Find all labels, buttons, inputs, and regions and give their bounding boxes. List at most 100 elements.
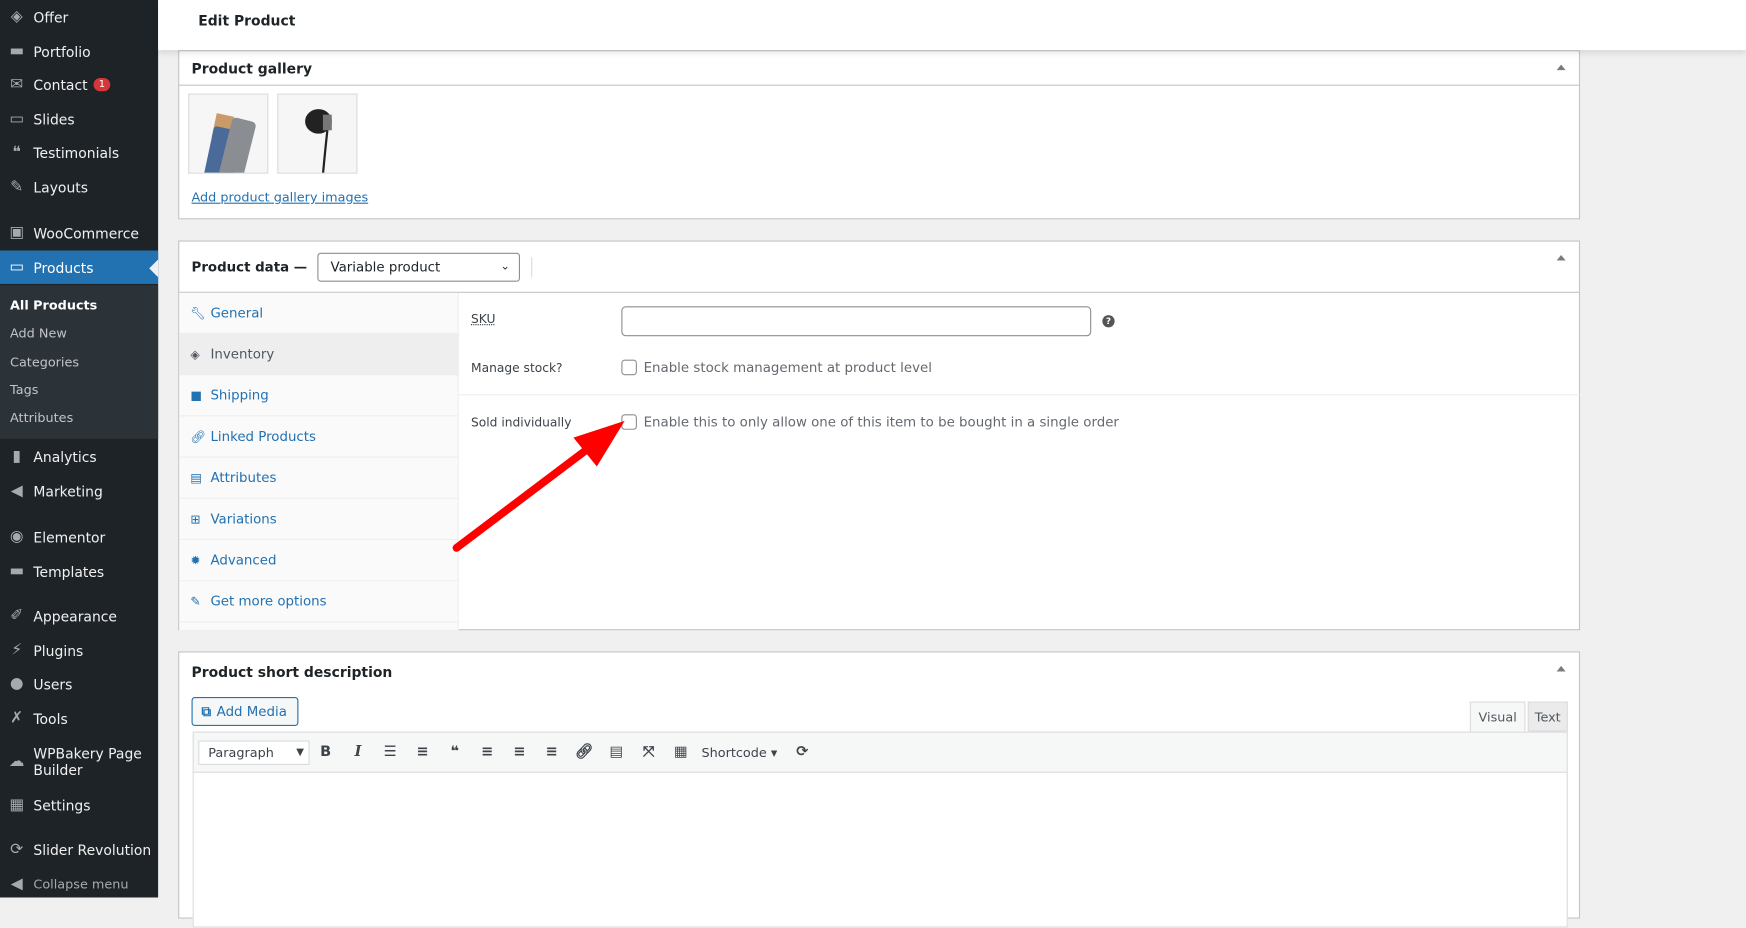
sidebar-item-products[interactable]: ▭ Products xyxy=(0,250,159,284)
sidebar-item-label: Users xyxy=(33,675,73,693)
help-icon[interactable]: ? xyxy=(1102,315,1115,328)
tab-shipping[interactable]: ■ Shipping xyxy=(179,375,459,417)
folder-icon: ▬ xyxy=(9,42,25,61)
shortcode-dropdown[interactable]: Shortcode ▾ xyxy=(702,744,778,760)
megaphone-icon: ◀ xyxy=(10,482,23,500)
sidebar-item-users[interactable]: ● Users xyxy=(0,667,158,700)
align-center-icon[interactable]: ≡ xyxy=(503,744,535,761)
woo-icon: ▣ xyxy=(9,223,25,242)
sidebar-item-label: Elementor xyxy=(33,528,106,546)
sidebar-item-label: WPBakery Page Builder xyxy=(33,744,142,779)
sidebar-item-label: Slider Revolution xyxy=(33,841,152,858)
envelope-icon: ✉ xyxy=(10,75,24,94)
bullet-list-icon[interactable]: ☰ xyxy=(374,744,406,761)
sidebar-item-layouts[interactable]: ✎ Layouts xyxy=(0,170,158,203)
sidebar-item-slides[interactable]: ▭ Slides xyxy=(0,102,158,135)
admin-sidebar: All Products Add New Categories Tags Att… xyxy=(0,0,159,900)
add-gallery-images-link[interactable]: Add product gallery images xyxy=(192,189,369,205)
submenu-add-new[interactable]: Add New xyxy=(10,325,67,341)
sidebar-item-woocommerce[interactable]: ▣ WooCommerce xyxy=(0,216,158,249)
notification-badge: 1 xyxy=(93,77,111,92)
sidebar-item-tools[interactable]: ✗ Tools xyxy=(0,702,158,735)
tab-text[interactable]: Text xyxy=(1527,701,1568,732)
sidebar-item-slider-revolution[interactable]: ⟳ Slider Revolution xyxy=(0,833,158,866)
numbered-list-icon[interactable]: ≡ xyxy=(406,744,438,761)
bold-icon[interactable]: B xyxy=(310,744,342,761)
toolbar-toggle-icon[interactable]: ▦ xyxy=(665,744,697,761)
sold-individually-label: Sold individually xyxy=(471,415,572,430)
sidebar-item-label: Marketing xyxy=(33,482,103,500)
italic-icon[interactable]: I xyxy=(342,744,374,761)
sidebar-item-elementor[interactable]: ◉ Elementor xyxy=(0,520,158,553)
tab-label: Shipping xyxy=(210,387,269,404)
gallery-image-usb[interactable] xyxy=(188,93,269,174)
submenu-tags[interactable]: Tags xyxy=(10,382,38,398)
tab-inventory[interactable]: ◈ Inventory xyxy=(179,334,459,376)
blockquote-icon[interactable]: ❝ xyxy=(439,744,471,761)
sidebar-item-label: Settings xyxy=(33,796,91,814)
sidebar-item-portfolio[interactable]: ▬ Portfolio xyxy=(0,35,158,68)
collapse-toggle-icon[interactable] xyxy=(1556,64,1566,71)
sold-individually-checkbox[interactable] xyxy=(621,414,637,430)
submenu-all-products[interactable]: All Products xyxy=(10,297,97,313)
align-left-icon[interactable]: ≡ xyxy=(471,744,503,761)
fullscreen-icon[interactable]: ⤧ xyxy=(632,744,664,761)
plugin-icon: ⚡ xyxy=(11,641,23,660)
sidebar-item-label: Portfolio xyxy=(33,42,91,60)
sidebar-item-offer[interactable]: ◈ Offer xyxy=(0,0,158,33)
read-more-icon[interactable]: ▤ xyxy=(600,744,632,761)
tab-advanced[interactable]: ✹ Advanced xyxy=(179,540,459,582)
sidebar-item-label: Layouts xyxy=(33,178,88,196)
tab-get-more-options[interactable]: ✎ Get more options xyxy=(179,581,459,623)
tab-visual[interactable]: Visual xyxy=(1469,701,1526,732)
add-media-icon: ⧉ xyxy=(201,703,212,719)
collapse-toggle-icon[interactable] xyxy=(1556,254,1566,261)
sidebar-item-templates[interactable]: ▬ Templates xyxy=(0,555,158,588)
sku-input[interactable] xyxy=(621,306,1092,337)
align-right-icon[interactable]: ≡ xyxy=(536,744,568,761)
tab-label: Variations xyxy=(210,511,277,527)
sidebar-item-testimonials[interactable]: ❝ Testimonials xyxy=(0,136,158,169)
sidebar-item-marketing[interactable]: ◀ Marketing xyxy=(0,474,158,507)
elementor-icon: ◉ xyxy=(9,527,24,546)
sidebar-item-label: Tools xyxy=(33,709,68,727)
sidebar-item-settings[interactable]: ▦ Settings xyxy=(0,788,158,821)
tab-attributes[interactable]: ▤ Attributes xyxy=(179,458,459,499)
plug-icon: ✎ xyxy=(190,594,201,609)
pencil-icon: ✎ xyxy=(10,178,24,196)
tab-variations[interactable]: ⊞ Variations xyxy=(179,499,459,541)
tab-label: Get more options xyxy=(210,593,327,610)
add-media-button[interactable]: ⧉ Add Media xyxy=(191,697,299,727)
gallery-image-earphone[interactable] xyxy=(277,93,358,174)
refresh-icon[interactable]: ⟳ xyxy=(786,744,818,761)
user-icon: ● xyxy=(9,674,24,693)
tab-general[interactable]: 🔧︎ General xyxy=(179,293,459,335)
format-select[interactable]: Paragraph ▼ xyxy=(198,739,310,765)
product-type-select[interactable]: Variable product ⌄ xyxy=(317,252,520,282)
collapse-toggle-icon[interactable] xyxy=(1556,665,1566,672)
sidebar-item-analytics[interactable]: ▮ Analytics xyxy=(0,440,158,473)
sidebar-item-contact[interactable]: ✉ Contact 1 xyxy=(0,68,158,101)
collapse-icon: ◀ xyxy=(10,875,23,894)
tab-label: Attributes xyxy=(210,469,277,486)
sidebar-item-collapse-menu[interactable]: ◀ Collapse menu xyxy=(0,867,158,900)
sidebar-item-label: Analytics xyxy=(33,448,97,465)
sidebar-item-wpbakery-page-builder[interactable]: ☁ WPBakery Page Builder xyxy=(0,736,158,787)
manage-stock-checkbox[interactable] xyxy=(621,359,637,376)
tab-linked-products[interactable]: 🔗︎ Linked Products xyxy=(179,416,459,458)
sidebar-item-appearance[interactable]: ✐ Appearance xyxy=(0,599,158,632)
page-header: Edit Product xyxy=(158,0,1746,51)
grid-icon: ⊞ xyxy=(190,511,201,527)
editor-content-area[interactable] xyxy=(192,771,1568,928)
product-gallery-box: Product gallery Add product gallery imag… xyxy=(178,50,1581,220)
format-value: Paragraph xyxy=(208,744,274,760)
link-icon[interactable]: 🔗︎ xyxy=(568,744,600,761)
submenu-attributes[interactable]: Attributes xyxy=(10,410,73,426)
slides-icon: ▭ xyxy=(9,110,25,129)
submenu-categories[interactable]: Categories xyxy=(10,354,79,370)
gear-icon: ✹ xyxy=(190,552,201,568)
inventory-panel: SKU ? Manage stock? Enable stock managem… xyxy=(458,293,1581,630)
short-description-box: Product short description ⧉ Add Media Vis… xyxy=(178,651,1581,928)
sidebar-item-plugins[interactable]: ⚡ Plugins xyxy=(0,634,158,667)
settings-icon: ▦ xyxy=(9,796,25,814)
